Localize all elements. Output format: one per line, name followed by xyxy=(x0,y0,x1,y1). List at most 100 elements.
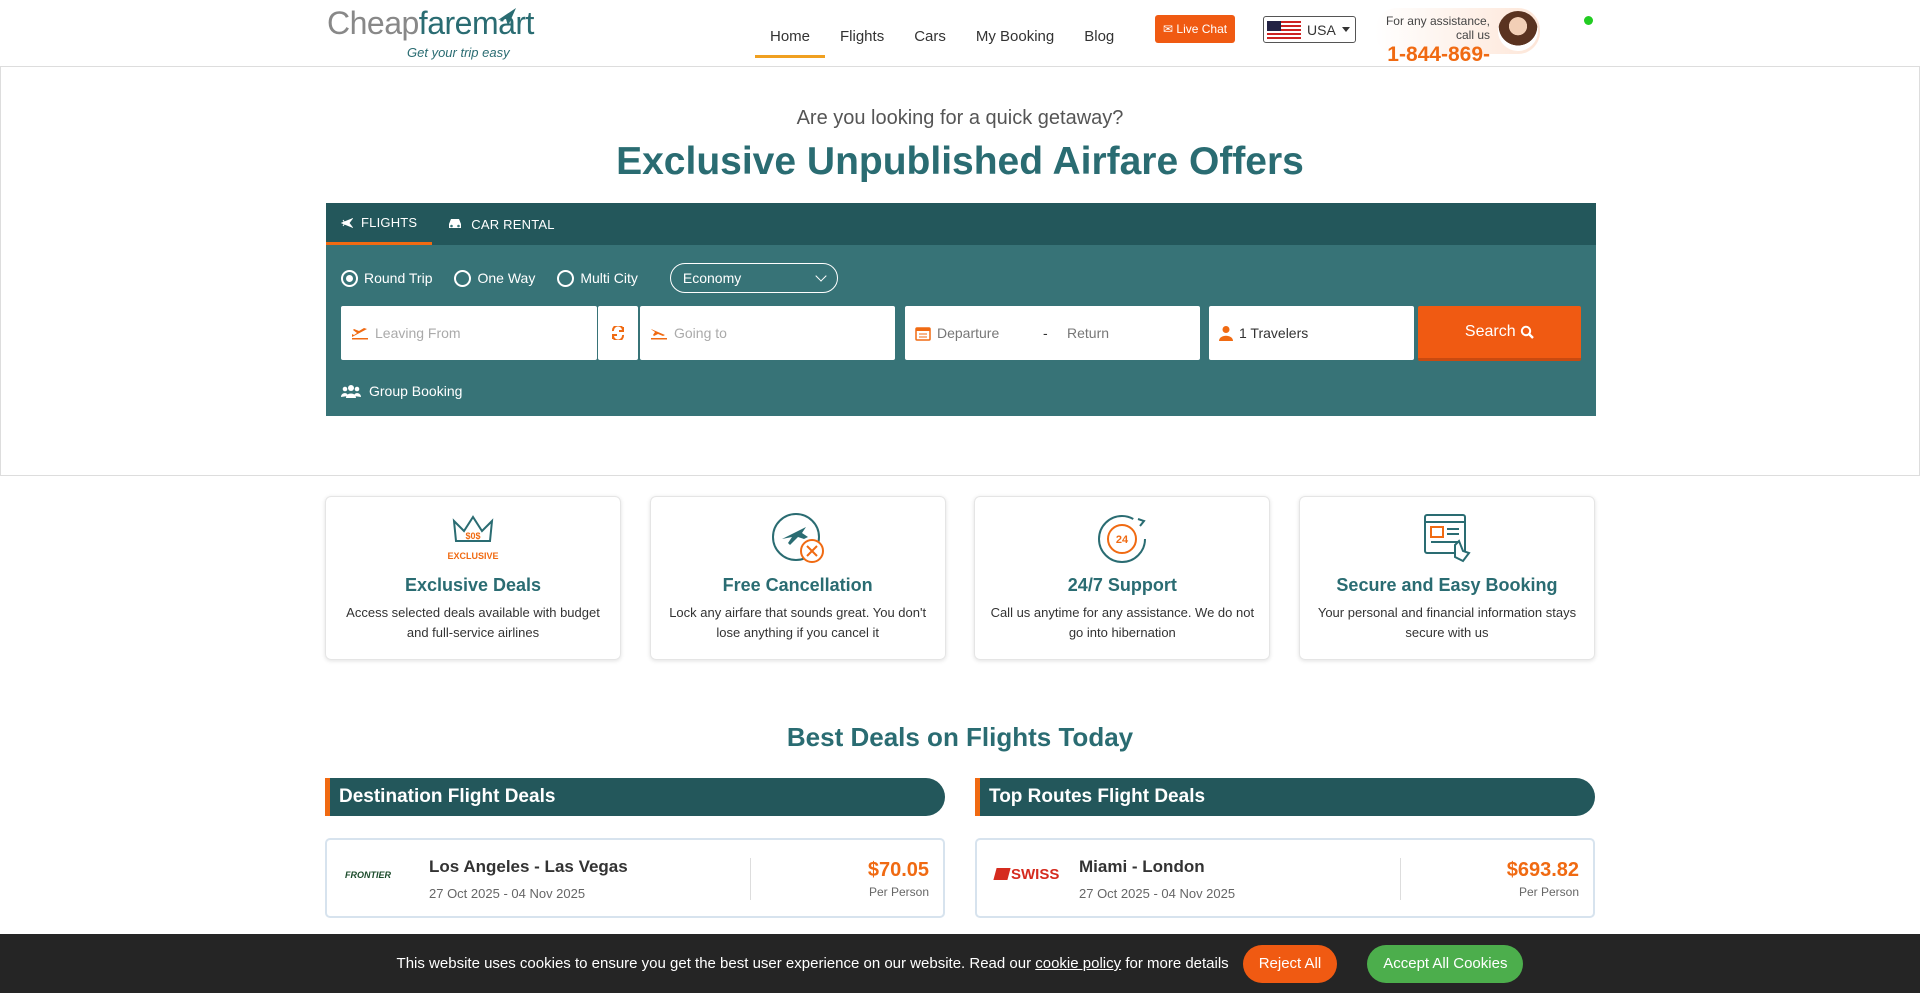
nav-my-booking[interactable]: My Booking xyxy=(961,9,1069,58)
site-header: Cheapfaremart Get your trip easy Home Fl… xyxy=(0,0,1920,90)
group-booking-label: Group Booking xyxy=(369,383,463,399)
features-row: $0$ EXCLUSIVE Exclusive Deals Access sele… xyxy=(325,496,1595,660)
chat-icon: ✉ xyxy=(1163,22,1174,36)
deal-price: $70.05 xyxy=(867,859,929,881)
assistance-box[interactable]: For any assistance, call us 1-844-869-52… xyxy=(1375,8,1540,90)
round-trip-radio[interactable]: Round Trip xyxy=(341,269,433,287)
feature-card: 24 24/7 Support Call us anytime for any … xyxy=(974,496,1271,660)
deal-card[interactable]: SWISS Miami - London 27 Oct 2025 - 04 No… xyxy=(975,838,1595,918)
swap-icon xyxy=(612,326,624,340)
round-trip-label: Round Trip xyxy=(364,270,433,286)
return-placeholder: Return xyxy=(1067,325,1110,341)
assistance-text: For any assistance, call us xyxy=(1385,14,1490,42)
departure-placeholder: Departure xyxy=(937,325,1000,341)
plane-takeoff-icon xyxy=(352,328,368,340)
feature-desc: Your personal and financial information … xyxy=(1317,605,1577,640)
tab-flights[interactable]: FLIGHTS xyxy=(326,203,433,245)
nav-home[interactable]: Home xyxy=(755,9,826,58)
swap-button[interactable] xyxy=(598,306,638,360)
multi-city-label: Multi City xyxy=(580,270,638,286)
travelers-input[interactable]: 1 Travelers xyxy=(1209,306,1414,360)
multi-city-radio[interactable]: Multi City xyxy=(557,269,638,287)
accept-all-button[interactable]: Accept All Cookies xyxy=(1367,944,1524,983)
top-routes-column: Top Routes Flight Deals SWISS Miami - Lo… xyxy=(975,778,1595,918)
cookie-text: This website uses cookies to ensure you … xyxy=(397,955,1229,972)
feature-title: Exclusive Deals xyxy=(404,575,542,595)
top-routes-heading: Top Routes Flight Deals xyxy=(975,778,1595,816)
feature-title: Secure and Easy Booking xyxy=(1336,575,1558,595)
date-range-input[interactable]: Departure - Return xyxy=(905,306,1200,360)
feature-card: Secure and Easy Booking Your personal an… xyxy=(1298,496,1595,660)
search-engine: FLIGHTS CAR RENTAL Round Trip One Way Mu… xyxy=(326,203,1596,416)
leaving-from-placeholder: Leaving From xyxy=(375,325,461,341)
nav-blog[interactable]: Blog xyxy=(1069,9,1129,58)
tab-flights-label: FLIGHTS xyxy=(361,215,418,230)
agent-avatar xyxy=(1498,11,1538,51)
radio-checked xyxy=(341,269,358,287)
deal-per-person: Per Person xyxy=(1518,885,1579,899)
travelers-value: 1 Travelers xyxy=(1239,325,1309,341)
airline-name: SWISS xyxy=(1011,866,1060,883)
caret-down-icon xyxy=(1341,27,1350,32)
country-label: USA xyxy=(1307,21,1336,38)
deal-route: Miami - London xyxy=(1079,857,1205,876)
destination-deals-column: Destination Flight Deals FRONTIER Los An… xyxy=(325,778,945,918)
deal-dates: 27 Oct 2025 - 04 Nov 2025 xyxy=(429,886,586,901)
feature-desc: Access selected deals available with bud… xyxy=(346,605,600,640)
leaving-from-input[interactable]: Leaving From xyxy=(341,306,597,360)
svg-text:$0$: $0$ xyxy=(465,531,480,541)
divider xyxy=(1400,858,1401,900)
live-chat-button[interactable]: ✉ Live Chat xyxy=(1155,15,1236,43)
feature-desc: Lock any airfare that sounds great. You … xyxy=(669,605,927,640)
hero-title: Exclusive Unpublished Airfare Offers xyxy=(616,140,1304,183)
swiss-cross-icon xyxy=(993,868,1011,880)
search-label: Search xyxy=(1464,323,1516,340)
divider xyxy=(750,858,751,900)
logo-tagline: Get your trip easy xyxy=(407,45,510,60)
nav-flights[interactable]: Flights xyxy=(825,9,899,58)
logo-text-left: Cheap xyxy=(327,5,419,41)
feature-desc: Call us anytime for any assistance. We d… xyxy=(990,605,1255,640)
hero-section: Are you looking for a quick getaway? Exc… xyxy=(0,67,1920,476)
search-button[interactable]: Search xyxy=(1418,306,1581,361)
airline-logo: SWISS xyxy=(993,866,1060,883)
deal-card[interactable]: FRONTIER Los Angeles - Las Vegas 27 Oct … xyxy=(325,838,945,918)
chevron-down-icon xyxy=(815,270,827,282)
main-nav: Home Flights Cars My Booking Blog xyxy=(755,0,1129,67)
secure-booking-icon xyxy=(1300,511,1594,565)
support-24-icon: 24 xyxy=(975,511,1269,565)
country-select[interactable]: USA xyxy=(1263,16,1356,43)
feature-card: $0$ EXCLUSIVE Exclusive Deals Access sele… xyxy=(325,496,621,660)
deals-section-title: Best Deals on Flights Today xyxy=(786,722,1134,752)
car-icon xyxy=(449,219,462,228)
feature-title: 24/7 Support xyxy=(1067,575,1177,595)
feature-card: Free Cancellation Lock any airfare that … xyxy=(649,496,946,660)
site-logo[interactable]: Cheapfaremart Get your trip easy xyxy=(327,5,534,62)
airline-logo: FRONTIER xyxy=(345,870,391,880)
hero-subtitle: Are you looking for a quick getaway? xyxy=(796,107,1124,129)
search-tabs: FLIGHTS CAR RENTAL xyxy=(326,203,1596,245)
logo-plane-icon xyxy=(498,8,516,26)
svg-text:24: 24 xyxy=(1116,534,1129,546)
reject-all-button[interactable]: Reject All xyxy=(1242,944,1338,983)
cookie-text-before: This website uses cookies to ensure you … xyxy=(396,955,1032,972)
cookie-text-after: for more details xyxy=(1125,955,1229,972)
deal-per-person: Per Person xyxy=(868,885,929,899)
plane-icon xyxy=(341,217,353,228)
nav-cars[interactable]: Cars xyxy=(899,9,961,58)
plane-landing-icon xyxy=(651,329,667,340)
radio-unchecked xyxy=(557,269,575,287)
cabin-class-select[interactable]: Economy xyxy=(669,263,838,293)
group-booking-link[interactable]: Group Booking xyxy=(341,383,462,399)
users-icon xyxy=(341,385,361,398)
deal-price: $693.82 xyxy=(1506,859,1579,881)
deal-dates: 27 Oct 2025 - 04 Nov 2025 xyxy=(1079,886,1236,901)
going-to-input[interactable]: Going to xyxy=(640,306,895,360)
live-chat-label: Live Chat xyxy=(1176,22,1228,36)
cookie-policy-link[interactable]: cookie policy xyxy=(1035,955,1121,972)
user-icon xyxy=(1219,326,1233,341)
tab-car-rental[interactable]: CAR RENTAL xyxy=(432,203,569,245)
date-separator: - xyxy=(1043,325,1048,341)
one-way-radio[interactable]: One Way xyxy=(454,269,535,287)
crown-icon: $0$ EXCLUSIVE xyxy=(326,511,620,565)
